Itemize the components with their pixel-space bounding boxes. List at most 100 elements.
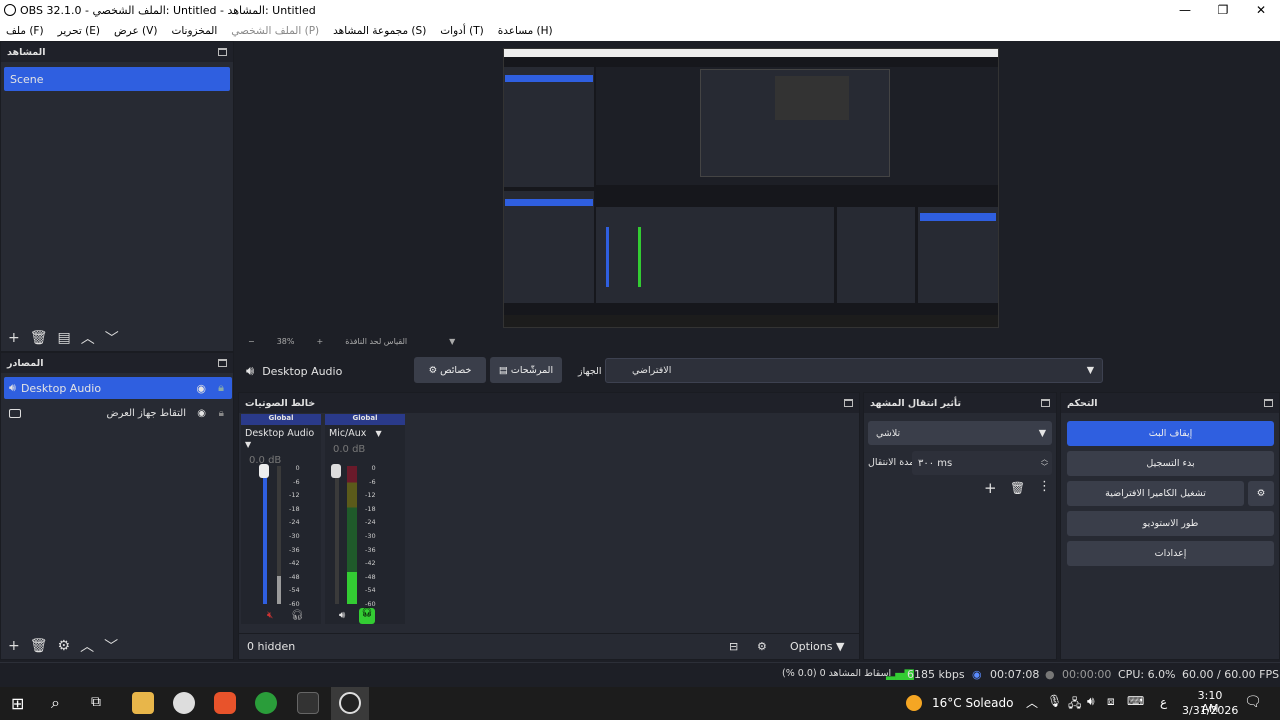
nested-stop-button (920, 213, 996, 221)
zoom-fit-label[interactable]: القياس لحد النافذة (345, 337, 407, 346)
add-icon[interactable]: + (984, 479, 997, 497)
menu-docks[interactable]: المخزونات (171, 25, 217, 37)
scene-item[interactable]: Scene (4, 67, 230, 91)
gear-icon[interactable]: ⚙ (757, 640, 767, 653)
menu-edit[interactable]: تحرير (E) (58, 25, 100, 37)
hidden-count[interactable]: 0 hidden (247, 640, 295, 653)
stop-streaming-button[interactable]: إيقاف البث (1067, 421, 1274, 446)
layout-icon[interactable]: ⊟ (729, 640, 738, 653)
chevron-up-icon[interactable]: ︿ (1026, 694, 1038, 711)
speaker-icon[interactable]: 🔊︎ (339, 610, 345, 621)
move-up-icon[interactable]: ︿ (81, 328, 95, 348)
volume-slider-handle[interactable] (331, 464, 341, 478)
lock-icon[interactable]: 🔒︎ (218, 381, 224, 395)
notification-icon[interactable]: 🗨 (1244, 694, 1262, 710)
undock-icon[interactable] (1264, 399, 1273, 407)
zoom-in-button[interactable]: + (316, 337, 323, 346)
clock-date[interactable]: 3/31/2026 (1182, 704, 1238, 717)
monitor-icon[interactable]: 🎧︎ (291, 610, 304, 621)
virtual-camera-settings-icon[interactable]: ⚙ (1248, 481, 1274, 506)
menu-profile: الملف الشخصي (P) (231, 24, 320, 37)
filter-icon[interactable]: ▤ (58, 330, 71, 346)
obs-taskbar-active[interactable] (331, 687, 369, 720)
volume-slider[interactable] (263, 466, 267, 604)
minimize-button[interactable]: — (1166, 0, 1204, 20)
close-button[interactable]: ✕ (1242, 0, 1280, 20)
trash-icon[interactable]: 🗑 (30, 330, 48, 346)
move-down-icon[interactable]: ﹀ (104, 636, 118, 656)
gear-icon[interactable]: ⚙ (58, 638, 71, 654)
search-icon[interactable]: ⌕ (51, 693, 60, 713)
lock-icon[interactable]: 🔒︎ (219, 408, 224, 419)
volume-slider-handle[interactable] (259, 464, 269, 478)
tick: -30 (289, 531, 300, 540)
add-icon[interactable]: + (8, 330, 20, 346)
settings-button[interactable]: إعدادات (1067, 541, 1274, 566)
app-icon[interactable] (173, 692, 195, 714)
camera-icon[interactable]: ⧈ (1107, 694, 1115, 709)
mic-icon[interactable]: 🎙︎ (1047, 694, 1062, 708)
status-bar: إسقاط المشاهد 0 (0.0 %) ▂▄▆ 6185 kbps ◉ … (0, 662, 1280, 686)
terminal-icon[interactable] (297, 692, 319, 714)
move-up-icon[interactable]: ︿ (80, 636, 94, 656)
zoom-level[interactable]: 38% (277, 337, 295, 346)
menu-scene-collection[interactable]: مجموعة المشاهد (S) (333, 25, 426, 37)
network-icon[interactable]: 🖧 (1068, 694, 1081, 715)
start-virtual-camera-button[interactable]: تشغيل الكاميرا الافتراضية (1067, 481, 1244, 506)
move-down-icon[interactable]: ﹀ (105, 328, 119, 348)
windows-start-icon[interactable]: ⊞ (11, 694, 24, 713)
mute-icon[interactable]: 🔇︎ (267, 610, 273, 621)
xbox-icon[interactable] (255, 692, 277, 714)
start-recording-button[interactable]: بدء التسجيل (1067, 451, 1274, 476)
maximize-button[interactable]: ❐ (1204, 0, 1242, 20)
stepper-icon[interactable]: ︿ ﹀ (1041, 455, 1048, 471)
more-icon[interactable]: ⋮ (1038, 479, 1051, 494)
tick: -12 (289, 491, 300, 500)
keyboard-icon[interactable]: ⌨ (1127, 694, 1144, 708)
nested-sources (504, 191, 594, 303)
visibility-icon[interactable]: ◉ (196, 382, 206, 395)
filters-button[interactable]: ▤ المرشّحات (490, 357, 562, 383)
menu-file[interactable]: ملف (F) (6, 25, 44, 37)
file-explorer-icon[interactable] (132, 692, 154, 714)
zoom-out-button[interactable]: − (248, 337, 255, 346)
volume-slider[interactable] (335, 466, 339, 604)
menu-view[interactable]: عرض (V) (114, 25, 157, 37)
transition-select[interactable]: تلاشي ▼ (868, 421, 1052, 445)
channel-name[interactable]: Desktop Audio ▼ (241, 425, 321, 453)
undock-icon[interactable] (844, 399, 853, 407)
volume-icon[interactable]: 🔊︎ (1087, 694, 1095, 709)
monitor-icon[interactable]: 🎧︎ (359, 608, 375, 624)
visibility-icon[interactable]: ◉ (197, 408, 206, 419)
nested-mixer (596, 207, 834, 303)
duration-input[interactable]: ٣٠٠ ms ︿ ﹀ (912, 451, 1052, 475)
add-icon[interactable]: + (8, 638, 20, 654)
trash-icon[interactable]: 🗑 (30, 638, 48, 654)
tick: 0 (371, 464, 376, 472)
meter-ticks: 0 -6 -12 -18 -24 -30 -36 -42 -48 -54 -60 (289, 462, 300, 612)
channel-name[interactable]: Mic/Aux ▼ (325, 425, 405, 442)
language-indicator[interactable]: ع (1160, 695, 1167, 709)
options-button[interactable]: Options ▼ (790, 640, 844, 653)
menu-help[interactable]: مساعدة (H) (498, 25, 553, 37)
properties-button[interactable]: ⚙ خصائص (414, 357, 486, 383)
preview-area[interactable] (238, 41, 1280, 333)
source-item[interactable]: التقاط جهاز العرض ◉ 🔒︎ (4, 402, 232, 424)
tick: -30 (365, 531, 376, 540)
device-select[interactable]: الافتراضي ▼ (605, 358, 1103, 383)
brave-browser-icon[interactable] (214, 692, 236, 714)
undock-icon[interactable] (1041, 399, 1050, 407)
weather-text[interactable]: 16°C Soleado (932, 696, 1013, 710)
source-name: التقاط جهاز العرض (106, 407, 186, 419)
tick: -36 (289, 545, 300, 554)
task-view-icon[interactable]: ⧉ (91, 694, 101, 710)
zoom-dropdown-icon[interactable]: ▼ (449, 337, 455, 346)
undock-icon[interactable] (218, 359, 227, 367)
source-item[interactable]: 🔊︎ Desktop Audio ◉ 🔒︎ (4, 377, 232, 399)
studio-mode-button[interactable]: طور الاستوديو (1067, 511, 1274, 536)
nested-controls (918, 207, 998, 303)
trash-icon[interactable]: 🗑 (1010, 481, 1025, 495)
preview-canvas[interactable] (503, 48, 999, 328)
undock-icon[interactable] (218, 48, 227, 56)
menu-tools[interactable]: أدوات (T) (440, 25, 483, 37)
